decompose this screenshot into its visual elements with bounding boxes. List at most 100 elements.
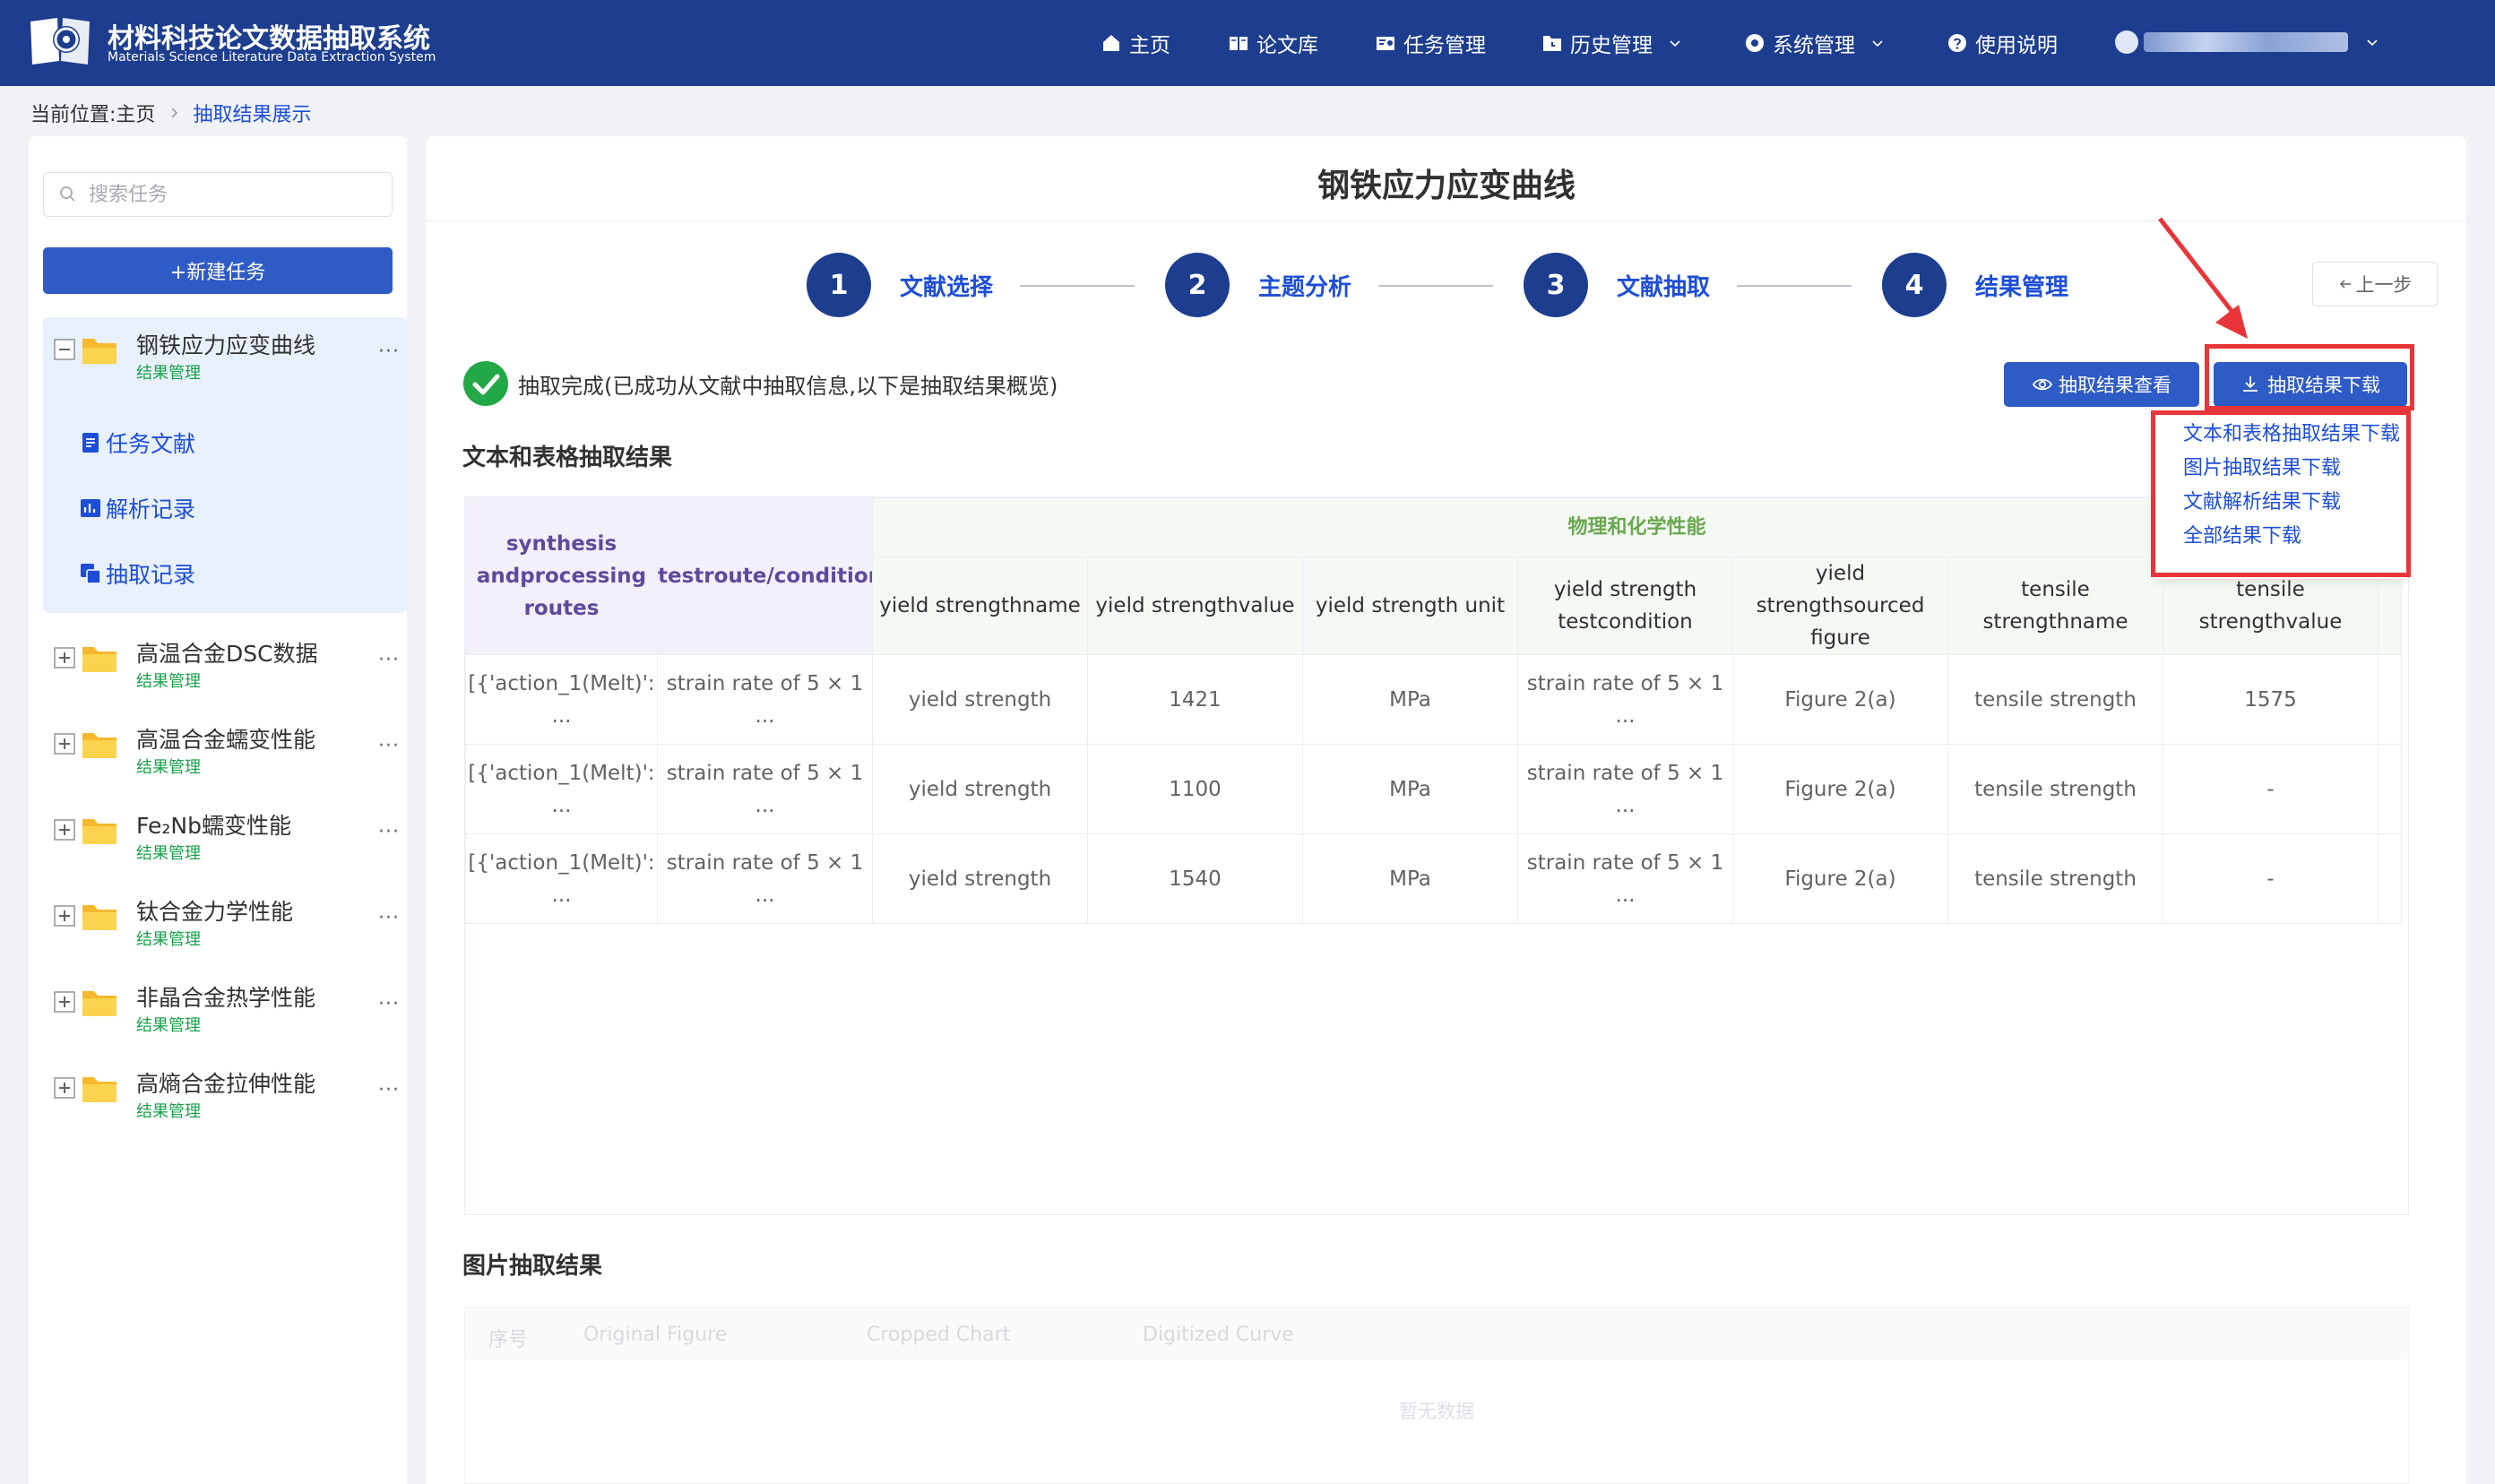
task-status: 结果管理	[136, 364, 201, 383]
cell-ts-name: tensile strength	[1947, 744, 2163, 834]
step-4-label: 结果管理	[1975, 274, 2069, 301]
image-section-title: 图片抽取结果	[462, 1253, 603, 1280]
nav-library[interactable]: 论文库	[1228, 27, 1318, 59]
copy-icon	[81, 564, 101, 584]
task-name: 高温合金蠕变性能	[136, 727, 316, 753]
chevron-down-icon	[1670, 40, 1680, 47]
image-table-header: 序号 Original Figure Cropped Chart Digitiz…	[465, 1307, 2408, 1359]
task-status: 结果管理	[136, 1016, 201, 1035]
collapse-icon[interactable]	[54, 339, 75, 360]
col-header-ys-figure: yield strengthsourced figure	[1732, 556, 1948, 655]
task-status: 结果管理	[136, 844, 201, 863]
user-name-blurred[interactable]	[2144, 32, 2348, 52]
expand-icon[interactable]	[54, 733, 75, 755]
table-row[interactable]: [{'action_1(Melt)':... strain rate of 5 …	[465, 833, 2403, 924]
history-folder-icon	[1543, 36, 1561, 51]
prev-step-label: 上一步	[2355, 274, 2413, 296]
task-name: Fe₂Nb蠕变性能	[136, 813, 291, 839]
more-icon[interactable]: ···	[378, 649, 400, 671]
col-header-synthesis: synthesis andprocessing routes	[465, 497, 658, 655]
more-icon[interactable]: ···	[378, 341, 400, 363]
task-sidebar: +新建任务 钢铁应力应变曲线 结果管理 ··· 任务文献 解析记录 抽取记录 高…	[29, 136, 407, 1484]
search-input[interactable]	[87, 182, 374, 207]
breadcrumb: 当前位置: 主页 抽取结果展示	[30, 99, 311, 127]
extraction-status: 抽取完成(已成功从文献中抽取信息,以下是抽取结果概览)	[462, 360, 1058, 407]
image-table-empty: 暂无数据	[1399, 1401, 1474, 1422]
step-1-circle: 1	[807, 253, 871, 317]
cell-ts-value: -	[2163, 833, 2378, 924]
nav-system-label: 系统管理	[1773, 34, 1855, 57]
table-row[interactable]: [{'action_1(Melt)':... strain rate of 5 …	[465, 744, 2403, 834]
cell-test: strain rate of 5 × 1...	[657, 833, 873, 924]
cell-ys-name: yield strength	[872, 833, 1088, 924]
more-icon[interactable]: ···	[378, 993, 400, 1015]
cell-ys-name: yield strength	[872, 654, 1088, 745]
book-icon	[1230, 37, 1248, 50]
expand-icon[interactable]	[54, 819, 75, 841]
more-icon[interactable]: ···	[378, 1079, 400, 1101]
new-task-button[interactable]: +新建任务	[43, 247, 393, 294]
folder-icon	[82, 819, 117, 844]
cell-ts-value: 1575	[2163, 654, 2378, 745]
nav-system[interactable]: 系统管理	[1744, 27, 1886, 59]
expand-icon[interactable]	[54, 991, 75, 1013]
nav-home[interactable]: 主页	[1101, 27, 1170, 59]
search-box[interactable]	[43, 172, 393, 217]
task-name: 高熵合金拉伸性能	[136, 1071, 316, 1097]
col-header-ys-name: yield strengthname	[872, 556, 1088, 655]
folder-icon	[82, 905, 117, 930]
task-name: 高温合金DSC数据	[136, 641, 318, 667]
step-connector	[1737, 285, 1852, 287]
cell-more	[2377, 744, 2403, 834]
sub-item-extract-records[interactable]: 抽取记录	[79, 557, 195, 590]
chevron-down-icon[interactable]	[2364, 34, 2380, 50]
prev-step-button[interactable]: 上一步	[2312, 262, 2438, 306]
expand-icon[interactable]	[54, 647, 75, 669]
breadcrumb-current[interactable]: 抽取结果展示	[193, 99, 311, 127]
chevron-right-icon	[171, 108, 178, 118]
expand-icon[interactable]	[54, 905, 75, 927]
cell-ys-figure: Figure 2(a)	[1732, 654, 1948, 745]
page-title: 钢铁应力应变曲线	[1317, 168, 1576, 204]
sub-item-task-docs[interactable]: 任务文献	[79, 427, 195, 459]
task-item[interactable]: 高熵合金拉伸性能 结果管理 ···	[54, 1065, 399, 1127]
image-col-index: 序号	[488, 1329, 529, 1351]
cell-ts-name: tensile strength	[1947, 654, 2163, 745]
more-icon[interactable]: ···	[378, 735, 400, 757]
col-header-ys-condition: yield strength testcondition	[1517, 556, 1733, 655]
task-item[interactable]: Fe₂Nb蠕变性能 结果管理 ···	[54, 807, 399, 869]
task-item[interactable]: 高温合金蠕变性能 结果管理 ···	[54, 720, 399, 783]
nav-tasks[interactable]: 任务管理	[1375, 27, 1486, 59]
task-item[interactable]: 钛合金力学性能 结果管理 ···	[54, 893, 399, 955]
task-item-active[interactable]: 钢铁应力应变曲线 结果管理 ···	[54, 326, 399, 389]
cell-ys-value: 1540	[1087, 833, 1303, 924]
folder-icon	[82, 1077, 117, 1102]
cell-ys-name: yield strength	[872, 744, 1088, 834]
cell-ts-name: tensile strength	[1947, 833, 2163, 924]
help-icon	[1948, 34, 1966, 52]
more-icon[interactable]: ···	[378, 907, 400, 929]
sub-item-parse-records[interactable]: 解析记录	[79, 492, 195, 524]
col-header-ts-name: tensile strengthname	[1947, 556, 2163, 655]
task-item[interactable]: 非晶合金热学性能 结果管理 ···	[54, 979, 399, 1041]
nav-history[interactable]: 历史管理	[1541, 27, 1683, 59]
breadcrumb-home[interactable]: 主页	[116, 99, 155, 127]
view-results-button[interactable]: 抽取结果查看	[2004, 362, 2199, 407]
cell-ys-value: 1100	[1087, 744, 1303, 834]
avatar[interactable]	[2115, 30, 2138, 54]
sub-item-label: 抽取记录	[106, 562, 196, 588]
nav-help[interactable]: 使用说明	[1947, 27, 2058, 59]
col-header-test: testroute/condition	[657, 497, 873, 655]
gear-icon	[1746, 34, 1764, 52]
download-button-highlight	[2205, 344, 2414, 410]
more-icon[interactable]: ···	[378, 821, 400, 843]
cell-ys-value: 1421	[1087, 654, 1303, 745]
table-row[interactable]: [{'action_1(Melt)':... strain rate of 5 …	[465, 654, 2403, 745]
search-icon	[60, 186, 75, 202]
task-item[interactable]: 高温合金DSC数据 结果管理 ···	[54, 634, 399, 697]
status-text: 抽取完成(已成功从文献中抽取信息,以下是抽取结果概览)	[518, 373, 1058, 399]
task-status: 结果管理	[136, 1102, 201, 1121]
document-icon	[82, 433, 99, 453]
chart-record-icon	[81, 499, 100, 517]
expand-icon[interactable]	[54, 1077, 75, 1099]
